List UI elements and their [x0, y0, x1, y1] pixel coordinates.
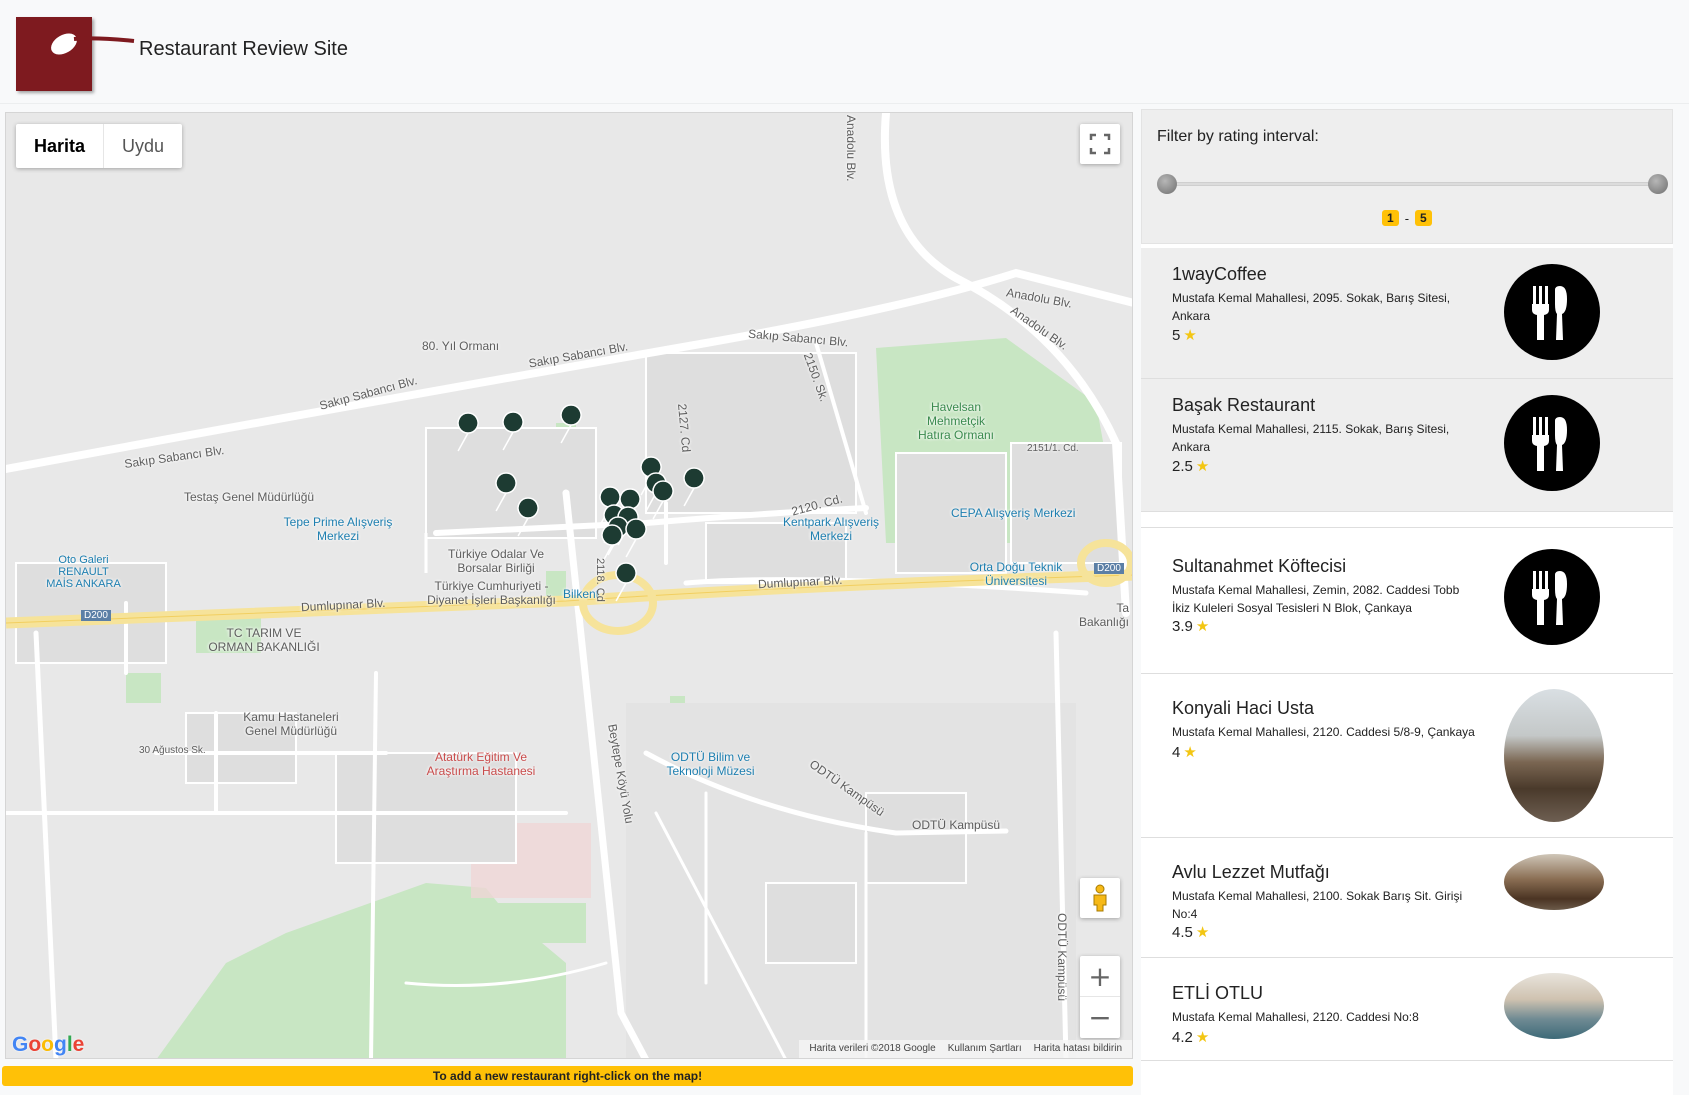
map-label: Türkiye Odalar Ve Borsalar Birliği: [447, 547, 545, 575]
restaurant-name[interactable]: 1wayCoffee: [1172, 264, 1267, 285]
restaurant-photo: [1504, 689, 1604, 822]
restaurant-photo: [1504, 854, 1604, 910]
pegman-icon: [1093, 884, 1107, 912]
star-icon: ★: [1183, 744, 1197, 761]
restaurant-name[interactable]: Avlu Lezzet Mutfağı: [1172, 862, 1330, 883]
map-label: Türkiye Cumhuriyeti - Diyanet İşleri Baş…: [427, 579, 556, 607]
restaurant-rating: 3.9 ★: [1172, 618, 1210, 635]
rating-filter-panel: Filter by rating interval: 1 - 5: [1141, 109, 1673, 244]
star-icon: ★: [1183, 327, 1197, 344]
restaurant-name[interactable]: Konyali Haci Usta: [1172, 698, 1314, 719]
restaurant-name[interactable]: Sultanahmet Köftecisi: [1172, 556, 1346, 577]
range-separator: -: [1404, 210, 1410, 226]
map-attribution: Harita verileri ©2018 Google Kullanım Şa…: [799, 1040, 1132, 1058]
restaurant-sidebar: Filter by rating interval: 1 - 5 1wayCof…: [1141, 109, 1673, 1095]
cutlery-icon: [1504, 264, 1600, 360]
restaurant-list-item[interactable]: Sultanahmet Köftecisi Mustafa Kemal Maha…: [1141, 529, 1673, 674]
map-label: 80. Yıl Ormanı: [422, 339, 500, 353]
rating-range-display: 1 - 5: [1382, 210, 1432, 226]
add-restaurant-notice: To add a new restaurant right-click on t…: [2, 1066, 1133, 1086]
rating-slider-max-handle[interactable]: [1648, 174, 1668, 194]
map-label: Orta Doğu Teknik Üniversitesi: [969, 560, 1063, 588]
restaurant-list-item[interactable]: Konyali Haci Usta Mustafa Kemal Mahalles…: [1141, 674, 1673, 838]
rating-slider-track[interactable]: [1167, 182, 1657, 186]
restaurant-list-item[interactable]: ETLİ OTLU Mustafa Kemal Mahallesi, 2120.…: [1141, 958, 1673, 1061]
cutlery-icon: [1504, 395, 1600, 491]
map-label: Ta Bakanlığı: [1078, 601, 1129, 629]
map-label: TC TARIM VE ORMAN BAKANLIĞI: [208, 626, 320, 654]
restaurant-address: Mustafa Kemal Mahallesi, 2100. Sokak Bar…: [1172, 889, 1463, 921]
map-label: ODTÜ Bilim ve Teknoloji Müzesi: [666, 750, 755, 778]
restaurant-photo: [1504, 973, 1604, 1039]
fullscreen-button[interactable]: [1080, 124, 1120, 164]
star-icon: ★: [1195, 618, 1210, 635]
map-label: Oto Galeri RENAULT MAİS ANKARA: [46, 554, 121, 590]
restaurant-address: Mustafa Kemal Mahallesi, 2115. Sokak, Ba…: [1172, 422, 1450, 454]
street-view-button[interactable]: [1080, 878, 1120, 918]
map-label: CEPA Alışveriş Merkezi: [951, 506, 1076, 520]
map-label: Havelsan Mehmetçik Hatıra Ormanı: [917, 400, 995, 442]
restaurant-name[interactable]: ETLİ OTLU: [1172, 983, 1263, 1004]
map-label: Testaş Genel Müdürlüğü: [184, 490, 315, 504]
map-label: 30 Ağustos Sk.: [139, 745, 206, 756]
max-rating-badge: 5: [1415, 210, 1432, 226]
map-label: Atatürk Eğitim Ve Araştırma Hastanesi: [426, 750, 536, 778]
restaurant-address: Mustafa Kemal Mahallesi, 2120. Caddesi N…: [1172, 1010, 1419, 1024]
google-logo[interactable]: Google: [12, 1033, 84, 1057]
rating-slider-min-handle[interactable]: [1157, 174, 1177, 194]
restaurant-rating: 2.5 ★: [1172, 458, 1210, 475]
site-title: Restaurant Review Site: [139, 38, 348, 60]
star-icon: ★: [1195, 1029, 1210, 1046]
terms-link[interactable]: Kullanım Şartları: [948, 1043, 1022, 1058]
restaurant-list-item[interactable]: Avlu Lezzet Mutfağı Mustafa Kemal Mahall…: [1141, 838, 1673, 958]
map-label: Kamu Hastaneleri Genel Müdürlüğü: [243, 710, 339, 738]
map-label: ODTÜ Kampüsü: [1055, 913, 1069, 1002]
min-rating-badge: 1: [1382, 210, 1399, 226]
restaurant-list-item[interactable]: Başak Restaurant Mustafa Kemal Mahallesi…: [1141, 379, 1673, 512]
restaurant-rating: 4.5 ★: [1172, 924, 1210, 941]
map-label: Anadolu Blv.: [844, 115, 858, 182]
star-icon: ★: [1195, 924, 1210, 941]
list-separator: [1141, 512, 1673, 528]
report-error-link[interactable]: Harita hatası bildirin: [1034, 1043, 1122, 1058]
restaurant-address: Mustafa Kemal Mahallesi, 2095. Sokak, Ba…: [1172, 291, 1451, 323]
map-label: ODTÜ Kampüsü: [912, 818, 1001, 832]
restaurant-rating: 4 ★: [1172, 744, 1197, 761]
restaurant-address: Mustafa Kemal Mahallesi, Zemin, 2082. Ca…: [1172, 583, 1460, 615]
zoom-in-button[interactable]: +: [1080, 956, 1120, 997]
site-logo[interactable]: [16, 17, 135, 91]
map-data-credit: Harita verileri ©2018 Google: [809, 1043, 936, 1054]
star-icon: ★: [1195, 458, 1210, 475]
cutlery-icon: [1504, 549, 1600, 645]
map-type-control: Harita Uydu: [16, 124, 183, 168]
zoom-out-button[interactable]: −: [1080, 997, 1120, 1038]
restaurant-rating: 4.2 ★: [1172, 1029, 1210, 1046]
map-type-map-button[interactable]: Harita: [16, 124, 103, 168]
restaurant-list-item[interactable]: 1wayCoffee Mustafa Kemal Mahallesi, 2095…: [1141, 248, 1673, 379]
site-header: Restaurant Review Site: [0, 0, 1689, 104]
map-label: D200: [1094, 563, 1124, 574]
map-container[interactable]: Sakıp Sabancı Blv. Sakıp Sabancı Blv. Sa…: [5, 112, 1133, 1059]
map-label: Tepe Prime Alışveriş Merkezi: [283, 515, 393, 543]
map-label: 2151/1. Cd.: [1027, 443, 1079, 454]
filter-label: Filter by rating interval:: [1157, 128, 1319, 145]
map-label: 2118. Cd: [594, 558, 606, 602]
restaurant-name[interactable]: Başak Restaurant: [1172, 395, 1315, 416]
restaurant-address: Mustafa Kemal Mahallesi, 2120. Caddesi 5…: [1172, 725, 1475, 739]
fullscreen-icon: [1089, 133, 1111, 155]
restaurant-rating: 5 ★: [1172, 327, 1197, 344]
zoom-control: + −: [1080, 956, 1120, 1038]
map-label: Kentpark Alışveriş Merkezi: [782, 515, 880, 543]
map-type-satellite-button[interactable]: Uydu: [103, 124, 182, 168]
spoon-logo-icon: [51, 33, 135, 55]
map-label: D200: [81, 610, 111, 621]
